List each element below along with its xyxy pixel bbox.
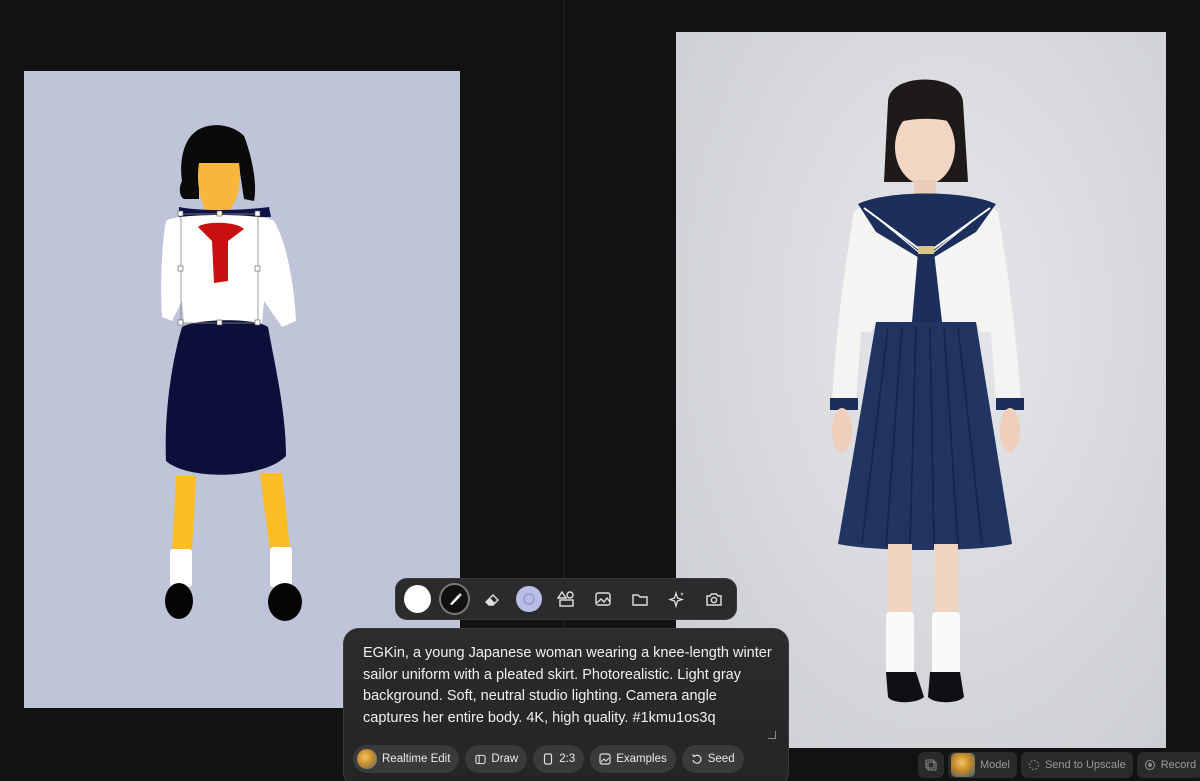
folder-icon[interactable] <box>625 583 656 615</box>
draw-icon <box>474 753 486 765</box>
copy-button[interactable] <box>918 752 944 778</box>
sparkle-icon[interactable] <box>662 583 693 615</box>
brush-icon[interactable] <box>439 583 471 615</box>
examples-button[interactable]: Examples <box>590 745 676 773</box>
smudge-icon[interactable] <box>516 586 542 612</box>
eraser-icon[interactable] <box>476 583 507 615</box>
model-label: Model <box>980 759 1010 771</box>
copy-icon <box>925 759 937 771</box>
prompt-input[interactable]: EGKin, a young Japanese woman wearing a … <box>363 643 773 729</box>
realtime-edit-label: Realtime Edit <box>382 753 451 765</box>
resize-handle[interactable] <box>768 731 776 739</box>
shapes-icon[interactable] <box>551 583 582 615</box>
send-to-upscale-button[interactable]: Send to Upscale <box>1020 752 1133 778</box>
model-avatar-icon <box>357 749 377 769</box>
portrait-icon <box>542 753 554 765</box>
record-icon <box>1144 759 1155 771</box>
seed-button[interactable]: Seed <box>681 745 744 773</box>
send-to-upscale-label: Send to Upscale <box>1044 759 1126 771</box>
drawing-canvas[interactable] <box>24 71 460 708</box>
refresh-icon <box>691 753 703 765</box>
model-button[interactable]: Model <box>948 752 1017 778</box>
prompt-panel: EGKin, a young Japanese woman wearing a … <box>343 628 789 781</box>
seed-label: Seed <box>707 753 735 765</box>
sketch-drawing <box>161 125 302 621</box>
examples-icon <box>599 753 611 765</box>
draw-button[interactable]: Draw <box>465 745 528 773</box>
examples-label: Examples <box>616 753 667 765</box>
aspect-ratio-button[interactable]: 2:3 <box>533 745 585 773</box>
record-label: Record <box>1160 759 1197 771</box>
image-icon[interactable] <box>588 583 619 615</box>
prompt-actions: Realtime Edit Draw 2:3 Examples Seed <box>353 745 744 773</box>
model-thumbnail-icon <box>951 753 975 777</box>
camera-icon[interactable] <box>699 583 730 615</box>
bottom-bar: Model Send to Upscale Record <box>918 752 1200 778</box>
aspect-ratio-label: 2:3 <box>559 753 576 765</box>
record-button[interactable]: Record <box>1136 752 1200 778</box>
draw-label: Draw <box>491 753 519 765</box>
upscale-icon <box>1028 759 1040 771</box>
realtime-edit-button[interactable]: Realtime Edit <box>353 745 460 773</box>
color-swatch[interactable] <box>404 585 432 613</box>
drawing-toolbar <box>395 578 737 620</box>
